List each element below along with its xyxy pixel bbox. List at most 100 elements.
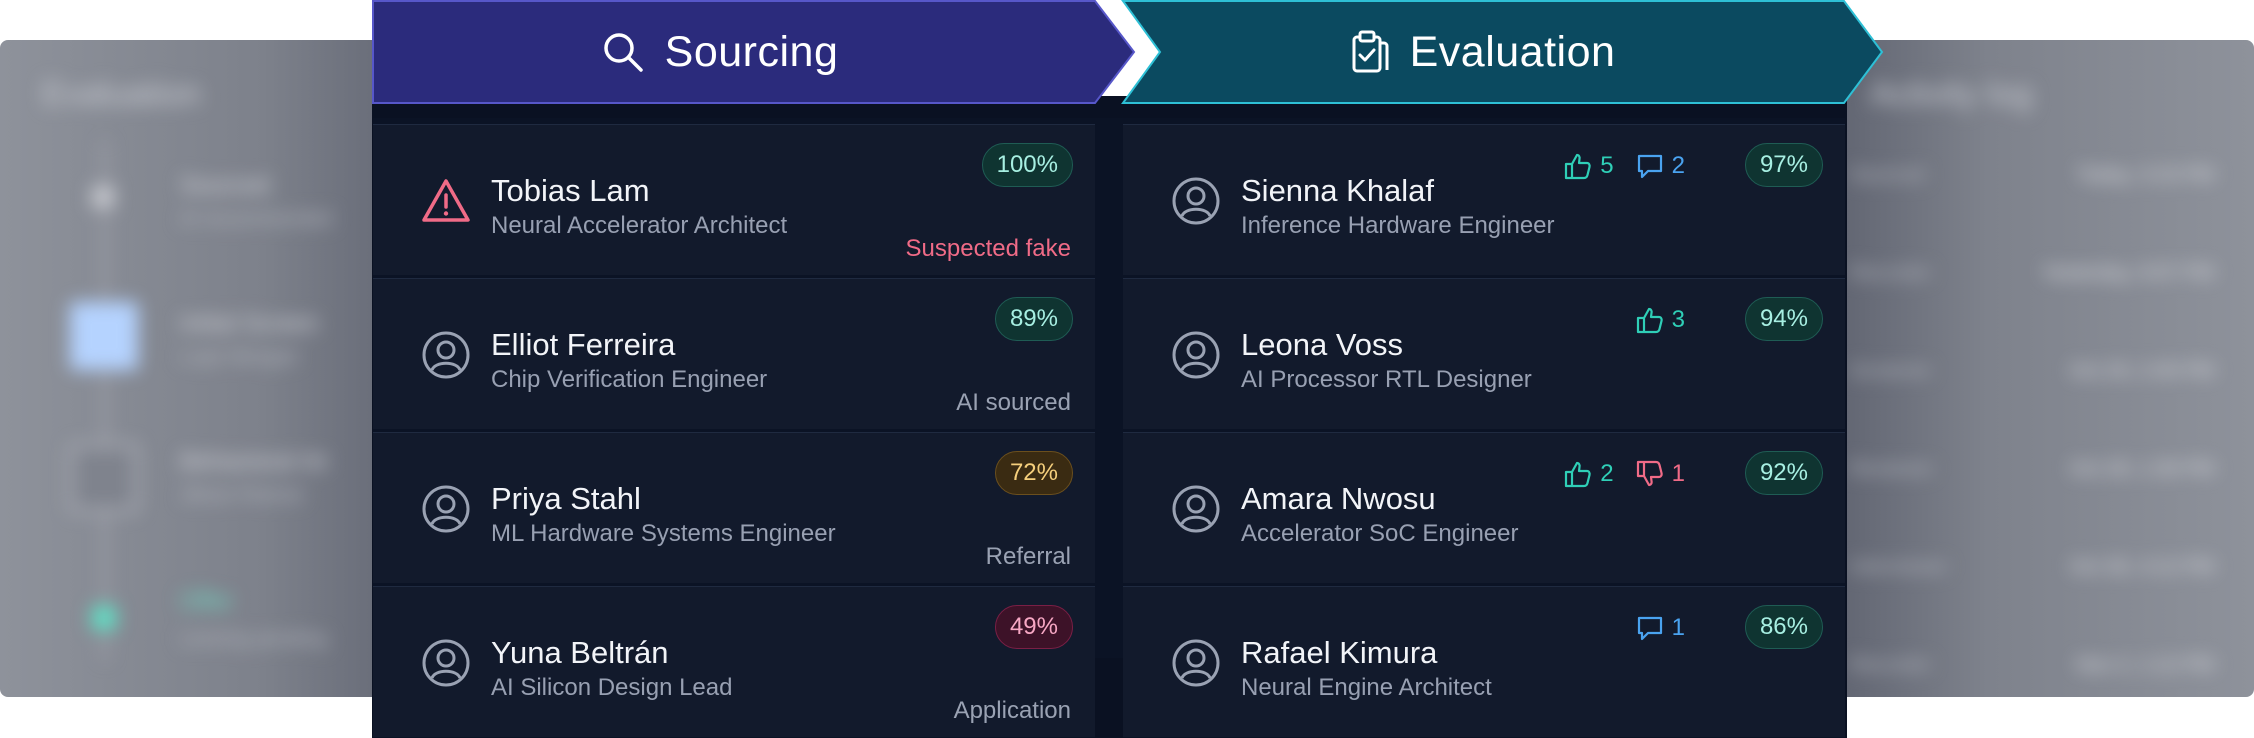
timeline-item-title: Sourced bbox=[180, 172, 270, 199]
comment-count: 1 bbox=[1636, 614, 1685, 642]
candidate-name: Priya Stahl bbox=[491, 481, 641, 516]
timeline-item-subtitle: Jibran Ramos bbox=[180, 484, 304, 506]
stage-title: Sourcing bbox=[664, 27, 839, 76]
user-avatar-icon bbox=[422, 331, 470, 379]
candidate-name: Tobias Lam bbox=[491, 173, 650, 208]
source-label: Referral bbox=[985, 543, 1071, 570]
source-label: Application bbox=[953, 697, 1071, 724]
candidate-role: AI Processor RTL Designer bbox=[1241, 366, 1532, 393]
stage-header-evaluation[interactable]: Evaluation bbox=[1120, 0, 1885, 104]
match-score-badge: 92% bbox=[1744, 451, 1823, 495]
user-avatar-icon bbox=[1172, 485, 1220, 533]
candidate-name: Elliot Ferreira bbox=[491, 327, 676, 362]
timeline-item-title: Offer bbox=[180, 588, 233, 615]
candidate-card[interactable]: Elliot Ferreira Chip Verification Engine… bbox=[373, 278, 1095, 429]
match-score-badge: 86% bbox=[1744, 605, 1823, 649]
activity-time: Yesterday, 9:07 PM bbox=[2041, 262, 2214, 284]
activity-actor: Recruiter bbox=[1850, 262, 1932, 284]
thumbs-up-value: 3 bbox=[1671, 306, 1685, 333]
activity-actor: Screener bbox=[1850, 360, 1932, 382]
match-score-badge: 97% bbox=[1744, 143, 1823, 187]
thumbs-down-count: 1 bbox=[1636, 460, 1685, 488]
comment-value: 1 bbox=[1671, 614, 1685, 641]
candidate-name: Rafael Kimura bbox=[1241, 635, 1438, 670]
candidate-name: Amara Nwosu bbox=[1241, 481, 1436, 516]
column-gap bbox=[1095, 118, 1123, 658]
activity-actor: Recruiter bbox=[1850, 654, 1932, 676]
timeline-marker bbox=[92, 186, 114, 208]
timeline-item-title: Behavioral Int bbox=[180, 448, 327, 475]
stage-title: Evaluation bbox=[1409, 27, 1616, 76]
background-panel-title: Activity log bbox=[1870, 75, 2033, 113]
match-score-badge: 94% bbox=[1744, 297, 1823, 341]
thumbs-up-icon bbox=[1565, 153, 1591, 180]
timeline-marker bbox=[70, 444, 138, 512]
candidate-role: Accelerator SoC Engineer bbox=[1241, 520, 1519, 547]
source-label: AI sourced bbox=[956, 389, 1071, 416]
clipboard-check-icon bbox=[1352, 30, 1389, 73]
thumbs-up-count: 2 bbox=[1564, 460, 1614, 488]
match-score-badge: 72% bbox=[994, 451, 1073, 495]
timeline-item-subtitle: Lensing pending bbox=[180, 628, 327, 650]
candidate-role: Inference Hardware Engineer bbox=[1241, 212, 1555, 239]
thumbs-up-icon bbox=[1636, 307, 1663, 334]
warning-icon bbox=[422, 179, 470, 222]
candidate-card[interactable]: Amara Nwosu Accelerator SoC Engineer 2 1… bbox=[1123, 432, 1845, 583]
candidate-card[interactable]: Yuna Beltrán AI Silicon Design Lead 49% … bbox=[373, 586, 1095, 737]
thumbs-up-value: 2 bbox=[1600, 460, 1614, 487]
user-avatar-icon bbox=[1172, 177, 1220, 225]
candidate-name: Sienna Khalaf bbox=[1241, 173, 1435, 208]
candidate-card[interactable]: Tobias Lam Neural Accelerator Architect … bbox=[373, 124, 1095, 275]
user-avatar-icon bbox=[1172, 639, 1220, 687]
stage-header-sourcing[interactable]: Sourcing bbox=[372, 0, 1137, 104]
user-avatar-icon bbox=[422, 485, 470, 533]
candidate-name: Leona Voss bbox=[1241, 327, 1404, 362]
candidate-card[interactable]: Rafael Kimura Neural Engine Architect 1 … bbox=[1123, 586, 1845, 737]
sourcing-column: Tobias Lam Neural Accelerator Architect … bbox=[373, 118, 1095, 738]
evaluation-column: Sienna Khalaf Inference Hardware Enginee… bbox=[1123, 118, 1845, 738]
activity-actor: Reviewer bbox=[1850, 458, 1934, 480]
candidate-role: ML Hardware Systems Engineer bbox=[491, 520, 836, 547]
comment-icon bbox=[1637, 616, 1662, 641]
activity-time: Today, 3:15 PM bbox=[2076, 164, 2214, 186]
candidate-card[interactable]: Sienna Khalaf Inference Hardware Enginee… bbox=[1123, 124, 1845, 275]
candidate-role: Neural Engine Architect bbox=[1241, 674, 1492, 701]
match-score-badge: 89% bbox=[994, 297, 1073, 341]
thumbs-up-count: 5 bbox=[1564, 152, 1614, 180]
timeline-marker-success bbox=[92, 606, 116, 630]
thumbs-up-value: 5 bbox=[1600, 152, 1614, 179]
thumbs-up-count: 3 bbox=[1636, 306, 1685, 334]
timeline-item-subtitle: Lupe Morgan bbox=[180, 346, 298, 368]
candidate-name: Yuna Beltrán bbox=[491, 635, 669, 670]
user-avatar-icon bbox=[1172, 331, 1220, 379]
feedback-summary: 1 bbox=[1636, 614, 1685, 642]
comment-value: 2 bbox=[1671, 152, 1685, 179]
background-panel-title: Evaluation bbox=[42, 75, 201, 113]
timeline-item-title: Initial Screen bbox=[180, 310, 319, 337]
activity-time: Oct 30, 4:12 PM bbox=[2069, 556, 2214, 578]
search-icon bbox=[603, 33, 643, 72]
activity-actor: Interviewer bbox=[1850, 556, 1948, 578]
timeline-marker-active bbox=[70, 302, 138, 370]
source-label: Suspected fake bbox=[905, 235, 1071, 262]
activity-time: Nov 2, 1:12 PM bbox=[2076, 654, 2214, 676]
feedback-summary: 2 1 bbox=[1564, 460, 1685, 488]
match-score-badge: 49% bbox=[994, 605, 1073, 649]
candidate-card[interactable]: Leona Voss AI Processor RTL Designer 3 9… bbox=[1123, 278, 1845, 429]
comment-icon bbox=[1637, 154, 1662, 179]
activity-time: Oct 28, 1:30 PM bbox=[2069, 458, 2214, 480]
match-score-badge: 100% bbox=[981, 143, 1073, 187]
thumbs-down-value: 1 bbox=[1671, 460, 1685, 487]
candidate-role: Neural Accelerator Architect bbox=[491, 212, 788, 239]
thumbs-down-icon bbox=[1636, 460, 1663, 487]
feedback-summary: 5 2 bbox=[1564, 152, 1685, 180]
timeline-item-subtitle: AI recommended bbox=[180, 208, 333, 230]
candidate-card[interactable]: Priya Stahl ML Hardware Systems Engineer… bbox=[373, 432, 1095, 583]
activity-time: Oct 20, 2:45 PM bbox=[2069, 360, 2214, 382]
comment-count: 2 bbox=[1636, 152, 1685, 180]
candidate-role: AI Silicon Design Lead bbox=[491, 674, 733, 701]
activity-actor: Sourced bbox=[1850, 164, 1925, 186]
user-avatar-icon bbox=[422, 639, 470, 687]
background-activity-panel: Activity log Sourced Today, 3:15 PM Recr… bbox=[1810, 40, 2254, 697]
timeline-line bbox=[103, 140, 107, 660]
